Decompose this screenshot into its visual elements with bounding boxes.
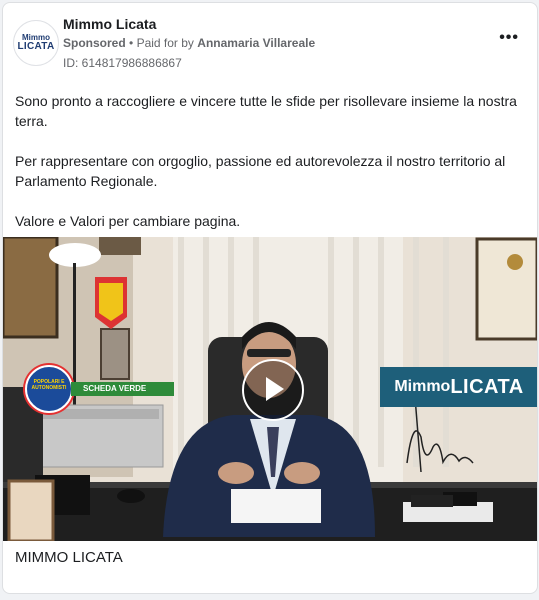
ad-id: ID: 614817986886867 bbox=[63, 56, 182, 70]
sponsored-line: Sponsored • Paid for by Annamaria Villar… bbox=[63, 36, 315, 50]
body-paragraph: Per rappresentare con orgoglio, passione… bbox=[15, 153, 506, 189]
play-icon[interactable] bbox=[242, 359, 304, 421]
scheda-verde-badge: SCHEDA VERDE bbox=[71, 382, 174, 396]
avatar-text-last: LICATA bbox=[17, 41, 55, 52]
video-thumbnail[interactable]: POPOLARI E AUTONOMISTI SCHEDA VERDE Mimm… bbox=[3, 237, 537, 541]
payer-name[interactable]: Annamaria Villareale bbox=[197, 36, 315, 50]
page-name[interactable]: Mimmo Licata bbox=[63, 16, 156, 32]
watermark-first-name: Mimmo bbox=[394, 378, 451, 395]
link-title[interactable]: MIMMO LICATA bbox=[15, 549, 123, 566]
watermark-last-name: LICATA bbox=[450, 375, 524, 398]
page-avatar[interactable]: Mimmo LICATA bbox=[13, 20, 59, 66]
name-watermark: Mimmo LICATA bbox=[380, 367, 537, 407]
body-paragraph: Sono pronto a raccogliere e vincere tutt… bbox=[15, 93, 517, 129]
body-paragraph: Valore e Valori per cambiare pagina. bbox=[15, 213, 241, 229]
meta-separator: • bbox=[129, 36, 137, 50]
party-logo-text: POPOLARI E AUTONOMISTI bbox=[31, 379, 67, 391]
ad-card: Mimmo LICATA Mimmo Licata Sponsored • Pa… bbox=[2, 2, 538, 594]
more-options-icon[interactable]: ••• bbox=[499, 29, 519, 47]
paid-for-prefix: Paid for by bbox=[136, 36, 194, 50]
ad-header: Mimmo LICATA Mimmo Licata Sponsored • Pa… bbox=[3, 3, 537, 83]
party-logo-badge: POPOLARI E AUTONOMISTI bbox=[25, 365, 73, 413]
sponsored-label: Sponsored bbox=[63, 36, 126, 50]
ad-body-text: Sono pronto a raccogliere e vincere tutt… bbox=[15, 91, 520, 251]
